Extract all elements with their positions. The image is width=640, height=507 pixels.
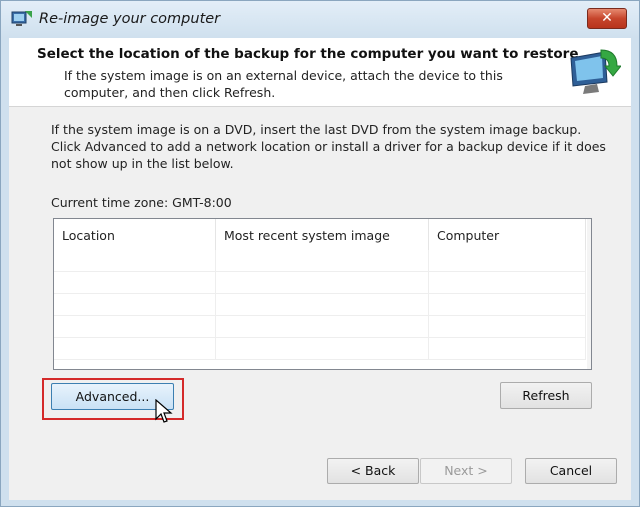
next-button[interactable]: Next > — [420, 458, 512, 484]
backup-location-list[interactable]: Location Most recent system image Comput… — [53, 218, 592, 370]
instructions-text: If the system image is on a DVD, insert … — [51, 122, 606, 171]
page-title: Select the location of the backup for th… — [37, 46, 579, 62]
empty-list-row — [54, 250, 586, 272]
cancel-button[interactable]: Cancel — [525, 458, 617, 484]
close-button[interactable]: ✕ — [587, 8, 627, 29]
window-title: Re-image your computer — [39, 11, 221, 27]
empty-list-row — [54, 316, 586, 338]
empty-list-row — [54, 272, 586, 294]
empty-list-row — [54, 338, 586, 360]
monitor-restore-icon — [570, 49, 621, 94]
dialog-content: Select the location of the backup for th… — [9, 38, 631, 500]
column-header-computer[interactable]: Computer — [429, 219, 586, 250]
list-scrollbar[interactable] — [587, 219, 591, 369]
timezone-label: Current time zone: GMT-8:00 — [51, 195, 232, 210]
column-header-location[interactable]: Location — [54, 219, 216, 250]
refresh-button[interactable]: Refresh — [500, 382, 592, 409]
re-image-dialog: Re-image your computer ✕ Select the loca… — [0, 0, 640, 507]
list-body — [54, 250, 586, 360]
back-button[interactable]: < Back — [327, 458, 419, 484]
list-header: Location Most recent system image Comput… — [54, 219, 591, 250]
empty-list-row — [54, 294, 586, 316]
title-bar[interactable]: Re-image your computer ✕ — [1, 1, 639, 38]
page-description: If the system image is on an external de… — [64, 68, 503, 100]
wizard-header: Select the location of the backup for th… — [9, 38, 631, 107]
backup-restore-icon — [11, 11, 32, 26]
mouse-pointer-icon — [155, 399, 173, 423]
column-header-most-recent-image[interactable]: Most recent system image — [216, 219, 429, 250]
